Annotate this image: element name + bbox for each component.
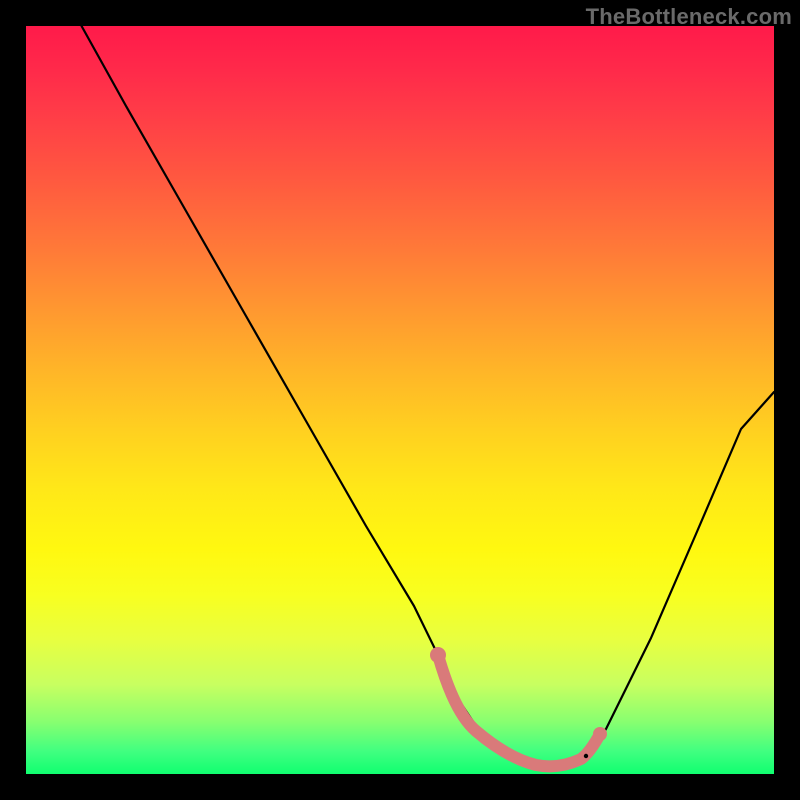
plot-area [26,26,774,774]
chart-container: TheBottleneck.com [0,0,800,800]
watermark-text: TheBottleneck.com [586,4,792,30]
highlight-end-dot [593,727,607,741]
curve-marker-dot [584,754,588,758]
curve-line [76,16,774,767]
bottleneck-curve [26,26,774,774]
optimal-range-highlight [438,655,600,766]
highlight-start-dot [430,647,446,663]
